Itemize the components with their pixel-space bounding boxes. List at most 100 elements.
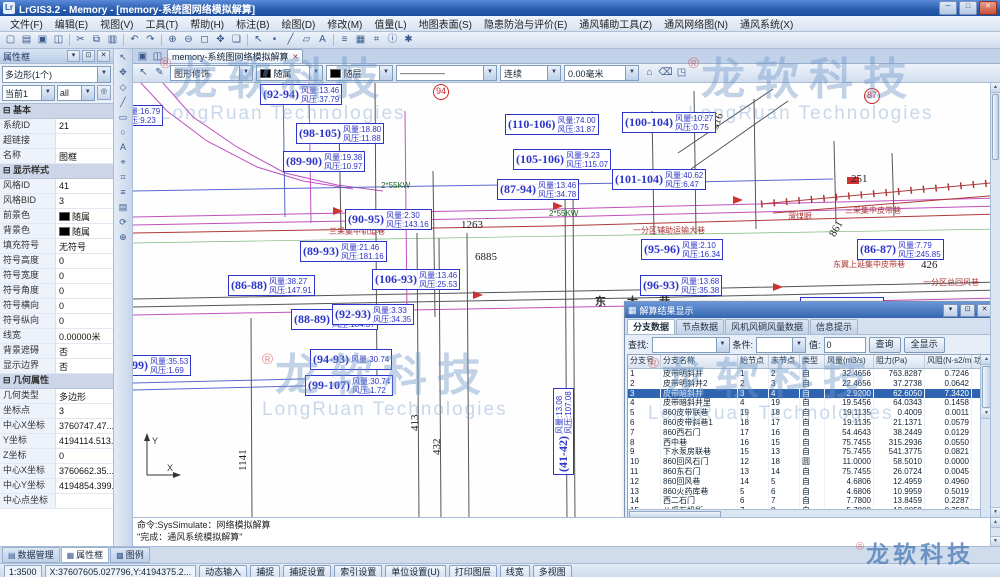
results-tab[interactable]: 信息提示 [810,319,858,334]
draw-polygon-icon[interactable]: ▱ [299,33,314,47]
draw-circle-icon[interactable]: ○ [116,126,130,139]
chevron-down-icon[interactable]: ▼ [483,66,496,80]
draw-line-icon[interactable]: ╱ [116,96,130,109]
foreground-color-combo[interactable]: 随属 ▼ [256,65,323,81]
map-vertical-scrollbar[interactable]: ▲ ▼ [990,83,1000,517]
property-value[interactable]: 0 [56,254,113,268]
result-row[interactable]: 14西二石门67自7.780013.84590.2287107.7211 [628,496,980,506]
edit-icon[interactable]: ✎ [152,66,167,80]
menu-item[interactable]: 值量(L) [368,15,412,32]
map-branch-label[interactable]: (99-107)风量:30.74风压:1.72 [305,375,393,396]
column-header[interactable]: 分支名称 [661,355,738,368]
map-branch-label[interactable]: (92-93)风量:3.33风压:34.35 [332,304,414,325]
chevron-down-icon[interactable]: ▼ [41,86,54,100]
panel-tab-legend[interactable]: ▩图例 [110,547,150,563]
legend-icon[interactable]: ▤ [116,201,130,214]
panel-tab-data-manager[interactable]: ▤数据管理 [2,547,60,563]
menu-item[interactable]: 地图表面(S) [413,15,478,32]
draw-point-icon[interactable]: • [267,33,282,47]
paste-icon[interactable]: ▥ [105,33,120,47]
grid-icon[interactable]: ▦ [353,33,368,47]
results-tab[interactable]: 分支数据 [627,319,675,334]
panel-tab-properties[interactable]: ▦属性框 [61,547,110,563]
chevron-down-icon[interactable]: ▼ [547,66,560,80]
scroll-down-icon[interactable]: ▼ [991,536,1000,546]
property-value[interactable]: 3760662.35... [56,464,113,478]
draw-rect-icon[interactable]: ▭ [116,111,130,124]
property-value[interactable] [56,134,113,148]
property-value[interactable]: 4194114.513... [56,434,113,448]
refresh-icon[interactable]: ⟳ [116,216,130,229]
new-icon[interactable]: ▢ [3,33,18,47]
results-tab[interactable]: 节点数据 [676,319,724,334]
property-value[interactable]: 0.00000米 [56,329,113,343]
results-horizontal-scrollbar[interactable] [628,509,980,517]
map-branch-label[interactable]: (90-95)风量:2.30风压:143.16 [345,209,432,230]
copy-icon[interactable]: ⧉ [89,33,104,47]
save-icon[interactable]: ▣ [35,33,50,47]
status-toggle[interactable]: 捕捉设置 [283,565,331,577]
status-toggle[interactable]: 动态输入 [199,565,247,577]
filter-combo[interactable]: all ▼ [57,85,95,101]
zoom-window-icon[interactable]: ◻ [197,33,212,47]
query-button[interactable]: 查询 [869,337,901,353]
menu-item[interactable]: 标注(B) [230,15,275,32]
result-row[interactable]: 11860东石门1314自75.745526.07240.00451974.86… [628,467,980,477]
result-row[interactable]: 3皮带暗斜井34自2.920062.60507.3420182.8068 [628,389,980,399]
value-input[interactable]: 0 [824,337,866,353]
property-value[interactable]: 随属 [56,224,113,238]
condition-combo[interactable]: ▼ [756,337,806,353]
property-value[interactable]: 图框 [56,149,113,163]
result-row[interactable]: 9下水泵房联巷1513自75.7455541.37750.082141006.8… [628,447,980,457]
map-branch-label[interactable]: (106-93)风量:13.46风压:25.53 [372,269,460,290]
result-row[interactable]: 2皮带明斜井223自22.465637.27380.0642837.3777 [628,379,980,389]
map-branch-label[interactable]: (93-99)风量:35.53风压:1.69 [133,355,191,376]
feature-type-combo[interactable]: 多边形(1个) ▼ [2,66,111,83]
line-type-combo[interactable]: 连续 ▼ [500,65,561,81]
column-header[interactable]: 始节点 [738,355,769,368]
chevron-down-icon[interactable]: ▼ [625,66,638,80]
menu-item[interactable]: 编辑(E) [49,15,94,32]
command-scrollbar[interactable]: ▲ ▼ [990,518,1000,546]
menu-item[interactable]: 隐患防治与评价(E) [478,15,573,32]
column-header[interactable]: 分支号 [628,355,661,368]
panel-pin-icon[interactable]: ⊡ [960,304,975,317]
map-branch-label[interactable]: (105-106)风量:9.23风压:115.07 [513,149,611,170]
layer-icon[interactable]: ≡ [116,186,130,199]
zoom-out-icon[interactable]: ⊖ [181,33,196,47]
settings-icon[interactable]: ✱ [401,33,416,47]
scroll-thumb[interactable] [992,94,999,160]
chevron-down-icon[interactable]: ▼ [379,66,392,80]
property-value[interactable]: 3 [56,404,113,418]
info-icon[interactable]: ⓘ [385,33,400,47]
chevron-down-icon[interactable]: ▼ [97,67,110,82]
property-value[interactable]: 4194854.399... [56,479,113,493]
scroll-up-icon[interactable]: ▲ [991,83,1000,93]
map-branch-label[interactable]: (92-94)风量:13.46风压:37.79 [260,84,342,105]
result-row[interactable]: 8西中巷1615自75.7455315.29360.055023882.3095 [628,438,980,448]
status-toggle[interactable]: 单位设置(U) [385,565,446,577]
property-value[interactable]: 否 [56,359,113,373]
result-row[interactable]: 6860皮带斜巷11817自19.113521.13710.0579404.03… [628,418,980,428]
status-toggle[interactable]: 线宽 [500,565,530,577]
find-field-combo[interactable]: ▼ [652,337,730,353]
undo-icon[interactable]: ↶ [127,33,142,47]
map-branch-label[interactable]: (101-104)风量:40.62风压:6.47 [612,169,706,190]
property-value[interactable]: 3760747.47... [56,419,113,433]
draw-line-icon[interactable]: ╱ [283,33,298,47]
modify-combo[interactable]: 图形修饰 ▼ [170,65,253,81]
open-icon[interactable]: ▤ [19,33,34,47]
measure-icon[interactable]: ⌗ [369,33,384,47]
chevron-down-icon[interactable]: ▼ [81,86,94,100]
full-extent-icon[interactable]: ❏ [229,33,244,47]
menu-item[interactable]: 通风辅助工具(Z) [573,15,658,32]
map-branch-label[interactable]: (98-105)风量:18.80风压:11.88 [296,123,384,144]
property-value[interactable]: 否 [56,344,113,358]
tile-windows-icon[interactable]: ◫ [150,51,165,63]
menu-item[interactable]: 工具(T) [139,15,184,32]
property-value[interactable]: 41 [56,179,113,193]
result-row[interactable]: 12860回风巷145自4.680612.49590.496058.4885 [628,477,980,487]
map-branch-label[interactable]: (96-93)风量:13.68风压:35.38 [640,275,722,296]
map-branch-label[interactable]: (110-106)风量:74.00风压:31.87 [505,114,599,135]
map-node[interactable]: 87 [864,88,880,104]
